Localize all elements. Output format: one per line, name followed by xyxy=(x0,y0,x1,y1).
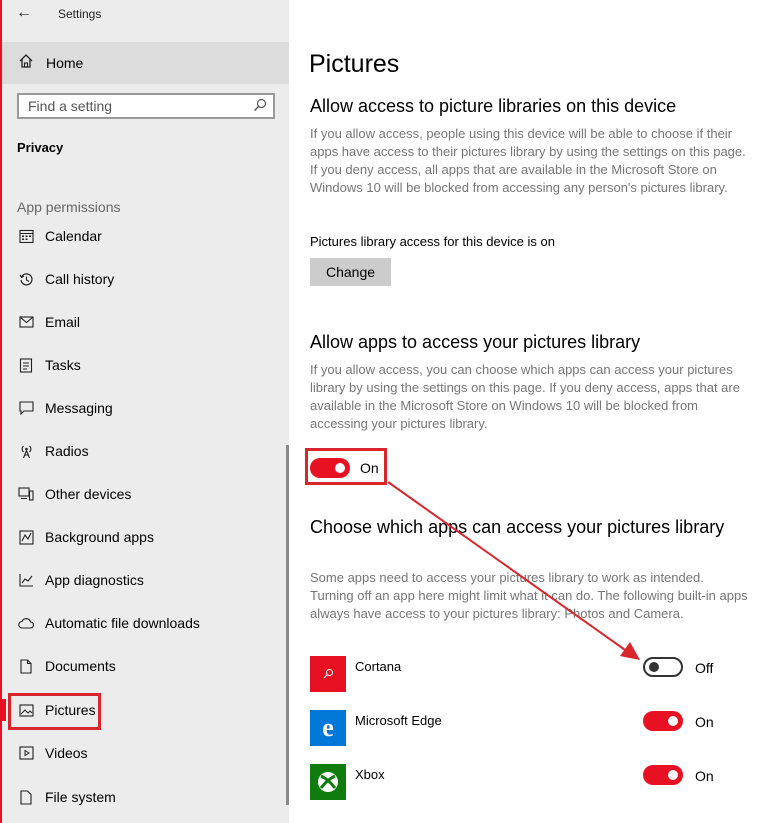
search-box[interactable] xyxy=(17,93,275,119)
back-arrow-icon[interactable]: ← xyxy=(16,4,32,22)
xbox-toggle[interactable] xyxy=(643,765,683,785)
sidebar-item-label: Pictures xyxy=(45,702,96,718)
file-icon xyxy=(17,789,35,805)
sidebar-item-label: Messaging xyxy=(45,400,113,416)
xbox-icon xyxy=(310,764,346,800)
sidebar-item-other-devices[interactable]: Other devices xyxy=(2,475,289,513)
toggle-knob xyxy=(668,770,678,780)
devices-icon xyxy=(17,486,35,502)
diagnostics-icon xyxy=(17,572,35,588)
cortana-toggle-label: Off xyxy=(695,660,714,676)
window-title: Settings xyxy=(58,7,102,21)
sidebar-item-messaging[interactable]: Messaging xyxy=(2,389,289,427)
cortana-icon xyxy=(310,656,346,692)
background-apps-icon xyxy=(17,529,35,545)
sidebar-item-label: File system xyxy=(45,789,116,805)
section-title: Privacy xyxy=(17,140,64,155)
sidebar-item-calendar[interactable]: Calendar xyxy=(2,217,289,255)
sidebar-item-email[interactable]: Email xyxy=(2,303,289,341)
search-input[interactable] xyxy=(19,98,245,114)
title-bar: ← Settings xyxy=(2,0,291,30)
change-button[interactable]: Change xyxy=(310,258,391,286)
picture-icon xyxy=(17,702,35,718)
search-icon[interactable] xyxy=(253,98,267,117)
cloud-icon xyxy=(17,615,35,631)
edge-glyph: e xyxy=(322,713,334,742)
sidebar-item-label: Calendar xyxy=(45,228,102,244)
apps-access-toggle-label: On xyxy=(360,460,379,476)
antenna-icon xyxy=(17,443,35,459)
apps-access-heading: Allow apps to access your pictures libra… xyxy=(310,332,641,352)
apps-access-description: If you allow access, you can choose whic… xyxy=(310,362,740,431)
xbox-toggle-label: On xyxy=(695,768,714,784)
sidebar-item-videos[interactable]: Videos xyxy=(2,734,289,772)
main-content: Pictures Allow access to picture librari… xyxy=(289,0,772,823)
sidebar-item-documents[interactable]: Documents xyxy=(2,647,289,685)
sidebar-item-label: Radios xyxy=(45,443,89,459)
sidebar-item-label: Background apps xyxy=(45,529,154,545)
edge-toggle-label: On xyxy=(695,714,714,730)
sidebar-item-call-history[interactable]: Call history xyxy=(2,260,289,298)
document-icon xyxy=(17,658,35,674)
video-icon xyxy=(17,745,35,761)
sidebar-item-radios[interactable]: Radios xyxy=(2,432,289,470)
sidebar-item-label: App diagnostics xyxy=(45,572,144,588)
edge-icon: e xyxy=(310,710,346,746)
home-icon xyxy=(18,53,34,73)
sidebar-item-file-system[interactable]: File system xyxy=(2,778,289,816)
sidebar-item-app-diagnostics[interactable]: App diagnostics xyxy=(2,561,289,599)
choose-apps-description: Some apps need to access your pictures l… xyxy=(310,570,748,621)
cortana-toggle[interactable] xyxy=(643,657,683,677)
group-header: App permissions xyxy=(17,199,121,215)
sidebar-item-label: Other devices xyxy=(45,486,132,502)
tasks-icon xyxy=(17,357,35,373)
sidebar-item-automatic-file-downloads[interactable]: Automatic file downloads xyxy=(2,604,289,642)
app-name-cortana: Cortana xyxy=(355,659,402,674)
app-name-edge: Microsoft Edge xyxy=(355,713,442,728)
edge-toggle[interactable] xyxy=(643,711,683,731)
toggle-knob xyxy=(335,463,345,473)
message-icon xyxy=(17,400,35,416)
apps-access-toggle[interactable] xyxy=(310,458,350,478)
page-title: Pictures xyxy=(309,50,400,78)
device-access-status: Pictures library access for this device … xyxy=(310,234,555,249)
device-access-description: If you allow access, people using this d… xyxy=(310,126,746,195)
home-label: Home xyxy=(46,55,84,71)
sidebar-item-pictures[interactable]: Pictures xyxy=(2,691,289,729)
calendar-icon xyxy=(17,228,35,244)
sidebar-item-background-apps[interactable]: Background apps xyxy=(2,518,289,556)
history-icon xyxy=(17,271,35,287)
mail-icon xyxy=(17,314,35,330)
app-name-xbox: Xbox xyxy=(355,767,385,782)
sidebar-item-label: Videos xyxy=(45,745,88,761)
device-access-heading: Allow access to picture libraries on thi… xyxy=(310,96,677,116)
sidebar-item-tasks[interactable]: Tasks xyxy=(2,346,289,384)
home-nav-item[interactable]: Home xyxy=(2,42,289,84)
sidebar: ← Settings Home Privacy App permissions … xyxy=(0,0,289,823)
sidebar-item-label: Automatic file downloads xyxy=(45,615,200,631)
toggle-knob xyxy=(668,716,678,726)
sidebar-item-label: Call history xyxy=(45,271,115,287)
sidebar-item-label: Email xyxy=(45,314,81,330)
choose-apps-heading: Choose which apps can access your pictur… xyxy=(310,517,725,537)
sidebar-item-label: Tasks xyxy=(45,357,81,373)
toggle-knob xyxy=(649,662,659,672)
sidebar-item-label: Documents xyxy=(45,658,116,674)
